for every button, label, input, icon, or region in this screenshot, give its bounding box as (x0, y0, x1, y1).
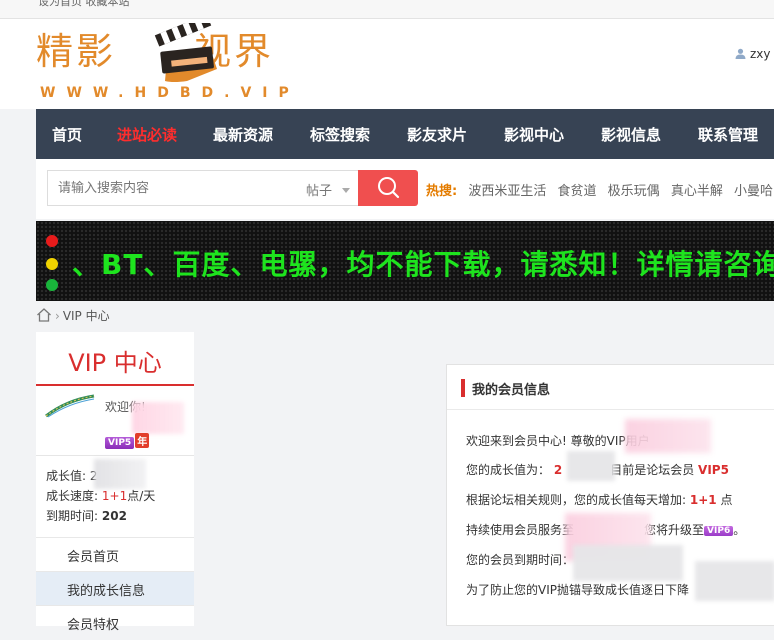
expire-stat: 到期时间: 202 (46, 509, 127, 523)
redacted-block (573, 545, 683, 581)
user-menu[interactable]: zxy (735, 47, 771, 61)
hot-label: 热搜: (426, 184, 458, 199)
hot-keyword[interactable]: 波西米亚生活 (468, 184, 546, 199)
logo-url: WWW.HDBD.VIP (40, 85, 300, 101)
hot-keyword[interactable]: 食贫道 (558, 184, 597, 199)
hot-searches: 热搜: 波西米亚生活 食贫道 极乐玩偶 真心半解 小曼哈 (426, 180, 773, 199)
green-light-icon (46, 279, 58, 291)
user-icon (735, 48, 746, 59)
sidebar-item-member-home[interactable]: 会员首页 (36, 537, 194, 572)
chevron-down-icon (342, 188, 351, 193)
avatar (45, 394, 95, 418)
search-icon (378, 177, 400, 199)
hot-keyword[interactable]: 极乐玩偶 (608, 184, 660, 199)
nav-video-center[interactable]: 影视中心 (504, 124, 564, 145)
red-light-icon (46, 235, 58, 247)
nav-contact[interactable]: 联系管理 (698, 124, 758, 145)
info-line-welcome: 欢迎来到会员中心! 尊敬的VIP用户 (466, 434, 650, 448)
hot-keyword[interactable]: 小曼哈 (734, 184, 773, 199)
nav-latest[interactable]: 最新资源 (213, 124, 273, 145)
search-input[interactable] (48, 171, 298, 205)
search-button[interactable] (358, 170, 418, 206)
breadcrumb: › VIP 中心 (36, 307, 110, 324)
nav-tag-search[interactable]: 标签搜索 (310, 124, 370, 145)
info-line-rule: 根据论坛相关规则，您的成长值每天增加: 1+1 点 (466, 493, 733, 507)
ticker-text: 、BT、百度、电骡，均不能下载，请悉知！详情请咨询 (72, 248, 774, 281)
header: 精影 视界 WWW.HDBD.VIP zxy (0, 19, 774, 109)
growth-stat: 成长值: 2 (46, 469, 98, 483)
sidebar-title: VIP 中心 (36, 332, 194, 386)
user-name: zxy (750, 47, 771, 61)
vip-badge: VIP5 (105, 437, 135, 449)
redacted-block (567, 451, 615, 481)
breadcrumb-separator: › (55, 309, 60, 323)
nav-video-info[interactable]: 影视信息 (601, 124, 661, 145)
redacted-growth (94, 459, 146, 489)
member-info-panel: 我的会员信息 欢迎来到会员中心! 尊敬的VIP用户 您的成长值为： 2 目前是论坛… (446, 364, 774, 626)
sidebar-item-growth-info[interactable]: 我的成长信息 (36, 571, 194, 606)
sidebar-item-privileges[interactable]: 会员特权 (36, 605, 194, 640)
nav-home[interactable]: 首页 (52, 124, 82, 145)
redacted-block (625, 419, 711, 453)
search-type-select[interactable]: 帖子 (306, 180, 351, 199)
panel-header: 我的会员信息 (447, 365, 774, 410)
panel-title: 我的会员信息 (472, 383, 551, 398)
yellow-light-icon (46, 258, 58, 270)
clapperboard-icon (154, 23, 217, 82)
vip6-badge: VIP6 (704, 526, 734, 536)
top-bar: 设为首页 收藏本站 (0, 0, 774, 19)
info-line-warning: 为了防止您的VIP抛锚导致成长值逐日下降 (466, 583, 689, 597)
main-nav: 首页 进站必读 最新资源 标签搜索 影友求片 影视中心 影视信息 联系管理 (36, 109, 774, 159)
speed-stat: 成长速度: 1+1点/天 (46, 489, 156, 503)
accent-bar (461, 379, 465, 397)
redacted-block (695, 561, 774, 601)
breadcrumb-current[interactable]: VIP 中心 (63, 309, 110, 323)
hot-keyword[interactable]: 真心半解 (671, 184, 723, 199)
home-icon[interactable] (36, 307, 52, 323)
divider (36, 455, 194, 456)
info-line-expire: 您的会员到期时间： (466, 553, 575, 567)
search-row: 帖子 热搜: 波西米亚生活 食贫道 极乐玩偶 真心半解 小曼哈 (36, 159, 774, 219)
vip-sidebar: VIP 中心 欢迎你! VIP5年 成长值: 2 成长速度: 1+1点/天 到期… (36, 332, 194, 633)
nav-requests[interactable]: 影友求片 (407, 124, 467, 145)
led-ticker: 、BT、百度、电骡，均不能下载，请悉知！详情请咨询 (36, 221, 774, 301)
top-links[interactable]: 设为首页 收藏本站 (38, 0, 130, 9)
year-badge: 年 (135, 433, 150, 448)
search-box: 帖子 (47, 170, 358, 206)
member-badges: VIP5 年 (105, 433, 150, 449)
redacted-username (132, 402, 184, 434)
nav-must-read[interactable]: 进站必读 (117, 124, 177, 145)
